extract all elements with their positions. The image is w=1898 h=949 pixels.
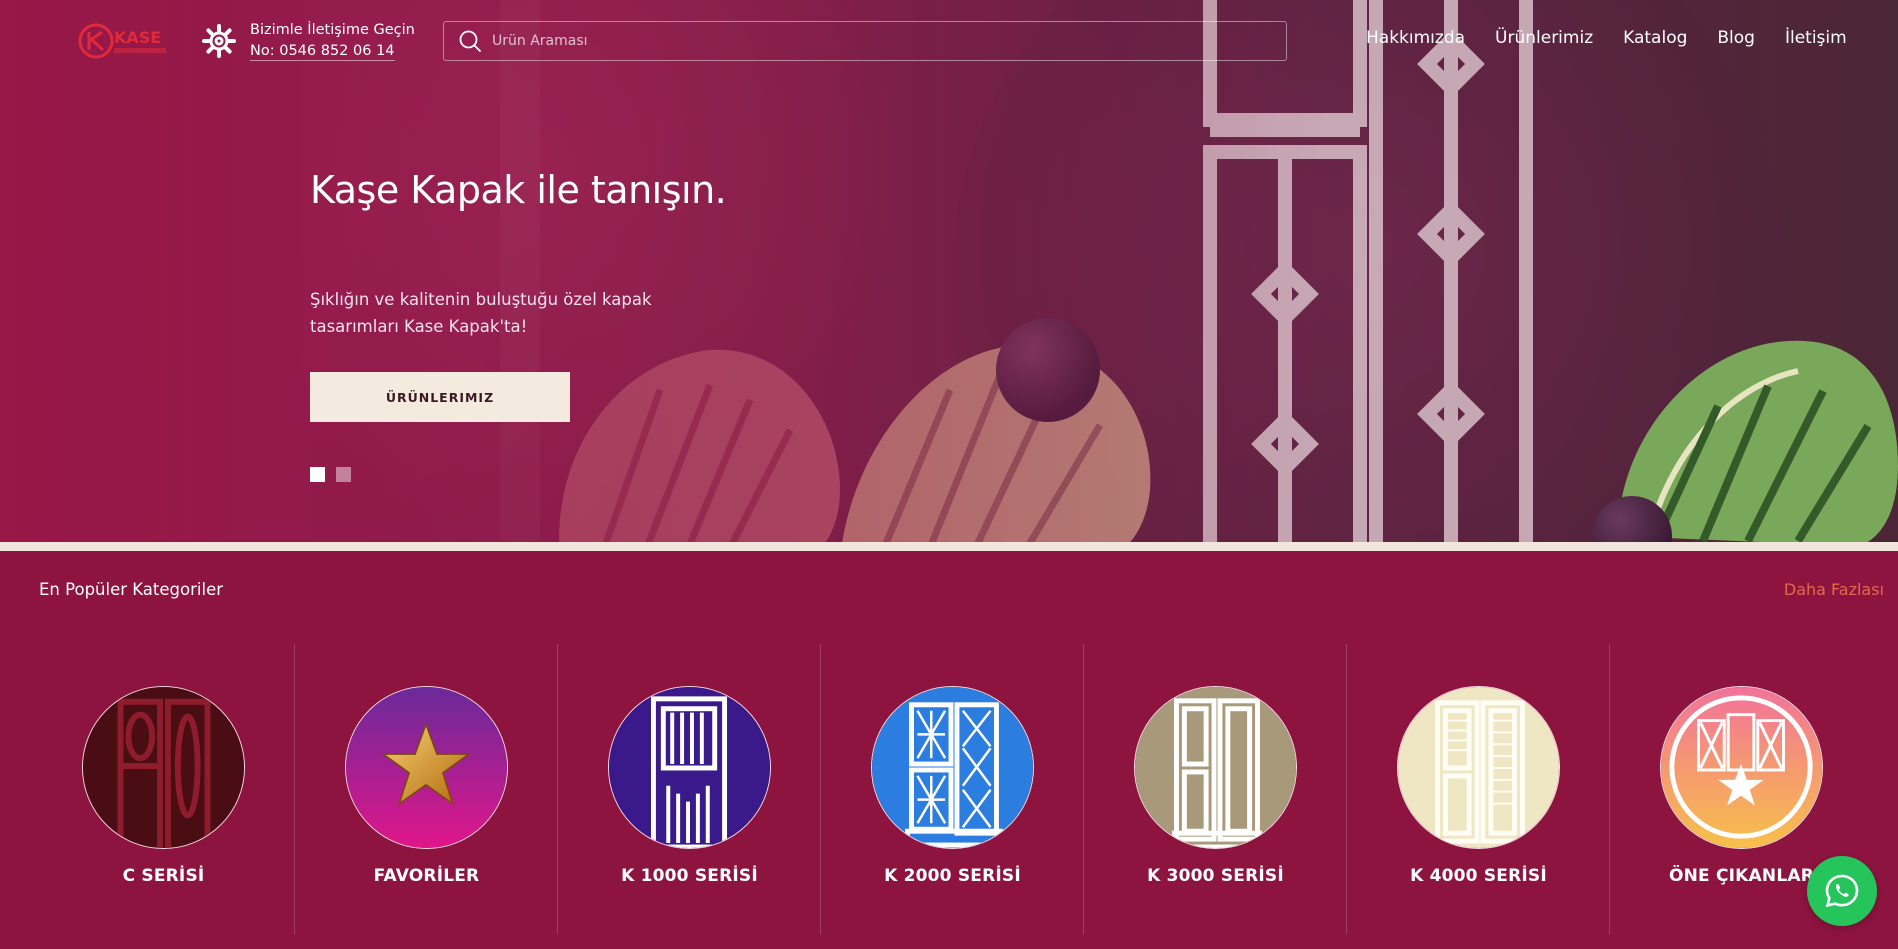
nav-contact[interactable]: İletişim	[1785, 28, 1847, 48]
hero-subtitle: Şıklığın ve kalitenin buluştuğu özel kap…	[310, 290, 652, 336]
category-image[interactable]	[608, 686, 771, 849]
gear-icon	[202, 24, 236, 58]
category-k4000[interactable]: K 4000 SERİSİ	[1347, 644, 1610, 934]
contact-info: Bizimle İletişime Geçin No: 0546 852 06 …	[250, 20, 415, 62]
category-list: C SERİSİ FAVORİLER K 1000 SERİSİ K 2000 …	[0, 644, 1898, 934]
category-label: FAVORİLER	[373, 866, 480, 886]
main-nav: Hakkımızda Ürünlerimiz Katalog Blog İlet…	[1366, 28, 1847, 48]
nav-products[interactable]: Ürünlerimiz	[1495, 28, 1593, 48]
kase-logo[interactable]: KASE	[78, 22, 170, 60]
category-image[interactable]	[1134, 686, 1297, 849]
search-icon	[459, 30, 481, 52]
whatsapp-icon	[1825, 874, 1859, 908]
category-c-series[interactable]: C SERİSİ	[32, 644, 295, 934]
category-image[interactable]	[1660, 686, 1823, 849]
category-label: C SERİSİ	[122, 866, 205, 886]
category-image[interactable]	[871, 686, 1034, 849]
slider-dot-2[interactable]	[336, 467, 351, 482]
search-input[interactable]	[492, 33, 1272, 49]
site-header: KASE Bizimle İletişime Geçin No: 0546 85…	[0, 0, 1898, 82]
category-favorites[interactable]: FAVORİLER	[295, 644, 558, 934]
category-k3000[interactable]: K 3000 SERİSİ	[1084, 644, 1347, 934]
products-button[interactable]: ÜRÜNLERIMIZ	[310, 372, 570, 422]
nav-catalog[interactable]: Katalog	[1623, 28, 1687, 48]
category-image[interactable]	[1397, 686, 1560, 849]
more-categories-link[interactable]: Daha Fazlası	[1784, 580, 1884, 599]
category-label: K 4000 SERİSİ	[1410, 866, 1547, 886]
hero-title: Kaşe Kapak ile tanışın.	[310, 168, 727, 212]
category-image[interactable]	[345, 686, 508, 849]
category-image[interactable]	[82, 686, 245, 849]
contact-phone-link[interactable]: No: 0546 852 06 14	[250, 43, 395, 61]
whatsapp-button[interactable]	[1807, 856, 1877, 926]
section-divider	[0, 542, 1898, 551]
svg-text:KASE: KASE	[114, 28, 161, 47]
category-k2000[interactable]: K 2000 SERİSİ	[821, 644, 1084, 934]
category-label: K 1000 SERİSİ	[621, 866, 758, 886]
categories-title: En Popüler Kategoriler	[39, 580, 223, 599]
nav-blog[interactable]: Blog	[1717, 28, 1755, 48]
slider-dots	[310, 467, 351, 482]
category-k1000[interactable]: K 1000 SERİSİ	[558, 644, 821, 934]
nav-about[interactable]: Hakkımızda	[1366, 28, 1465, 48]
category-label: K 2000 SERİSİ	[884, 866, 1021, 886]
search-bar[interactable]	[443, 21, 1287, 61]
contact-heading: Bizimle İletişime Geçin	[250, 22, 415, 38]
category-label: K 3000 SERİSİ	[1147, 866, 1284, 886]
slider-dot-1[interactable]	[310, 467, 325, 482]
